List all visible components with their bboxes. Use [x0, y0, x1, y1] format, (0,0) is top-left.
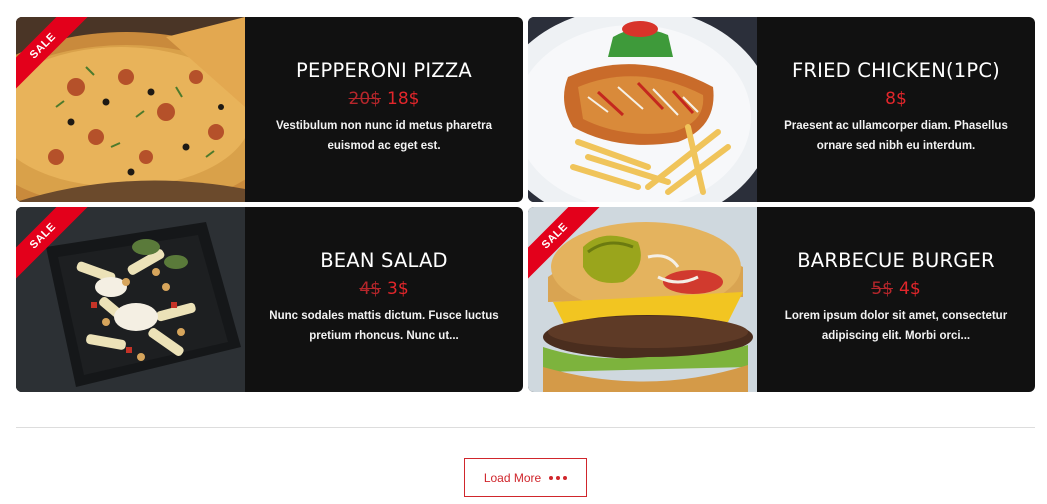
current-price: 18$ [387, 89, 420, 109]
load-more-label: Load More [483, 470, 542, 485]
product-info: BEAN SALAD 4$ 3$ Nunc sodales mattis dict… [245, 207, 523, 392]
old-price: 20$ [348, 89, 381, 109]
product-grid: SALE PEPPERONI PIZZA 20$ 18$ Vestibulum n… [16, 17, 1035, 392]
product-price: 8$ [757, 89, 1035, 109]
product-name[interactable]: BARBECUE BURGER [757, 249, 1035, 272]
product-card[interactable]: SALE PEPPERONI PIZZA 20$ 18$ Vestibulum n… [16, 17, 523, 202]
product-card[interactable]: FRIED CHICKEN(1PC) 8$ Praesent ac ullamc… [528, 17, 1035, 202]
product-info: FRIED CHICKEN(1PC) 8$ Praesent ac ullamc… [757, 17, 1035, 202]
product-description: Praesent ac ullamcorper diam. Phasellus … [784, 120, 1008, 152]
section-divider [16, 427, 1035, 428]
product-price: 20$ 18$ [245, 89, 523, 109]
product-card[interactable]: SALE BARBECUE BURGER 5$ 4$ Lorem ipsum do… [528, 207, 1035, 392]
product-info: PEPPERONI PIZZA 20$ 18$ Vestibulum non nu… [245, 17, 523, 202]
bean-salad-photo[interactable]: SALE [16, 207, 245, 392]
current-price: 3$ [387, 279, 409, 299]
current-price: 4$ [899, 279, 921, 299]
product-card[interactable]: SALE BEAN SALAD 4$ 3$ Nunc sodales mattis… [16, 207, 523, 392]
old-price: 5$ [871, 279, 893, 299]
product-price: 4$ 3$ [245, 279, 523, 299]
product-name[interactable]: BEAN SALAD [245, 249, 523, 272]
burger-photo[interactable]: SALE [528, 207, 757, 392]
load-more-button[interactable]: Load More [464, 458, 587, 497]
product-info: BARBECUE BURGER 5$ 4$ Lorem ipsum dolor s… [757, 207, 1035, 392]
current-price: 8$ [885, 89, 907, 109]
pizza-photo[interactable]: SALE [16, 17, 245, 202]
old-price: 4$ [359, 279, 381, 299]
fried-chicken-photo[interactable] [528, 17, 757, 202]
product-name[interactable]: PEPPERONI PIZZA [245, 59, 523, 82]
product-name[interactable]: FRIED CHICKEN(1PC) [757, 59, 1035, 82]
product-price: 5$ 4$ [757, 279, 1035, 299]
product-description: Vestibulum non nunc id metus pharetra eu… [276, 120, 492, 152]
product-description: Lorem ipsum dolor sit amet, consectetur … [784, 310, 1008, 342]
product-description: Nunc sodales mattis dictum. Fusce luctus… [269, 310, 499, 342]
more-dots-icon [549, 475, 568, 480]
